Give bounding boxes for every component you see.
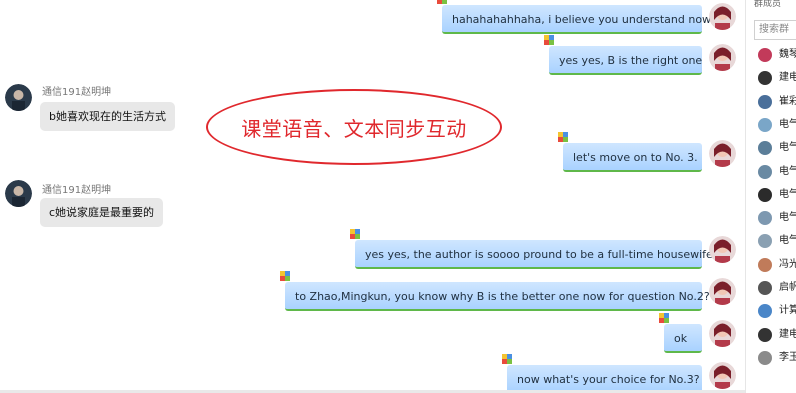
member-avatar [758,304,772,319]
member-item[interactable]: 电气 [754,138,796,158]
member-avatar [758,71,772,86]
member-item[interactable]: 魏琴 [754,45,796,65]
sidebar-title: 群成员 [754,0,782,9]
message-text: to Zhao,Mingkun, you know why B is the b… [295,290,710,303]
message-text: now what's your choice for No.3? [517,373,700,386]
member-avatar [758,327,772,342]
member-avatar [758,211,772,226]
member-name: 电气 [779,165,796,177]
member-name: 魏琴 [779,49,796,60]
member-name: 崔彩 [779,95,796,107]
member-avatar [758,141,772,156]
member-avatar [758,164,772,179]
member-name: 计算 [779,305,796,317]
teacher-avatar[interactable] [709,236,736,263]
member-name: 电气 [779,212,796,224]
student-avatar[interactable] [5,84,32,111]
pencil-icon [543,34,557,48]
chat-panel: hahahahahhaha, i believe you understand … [0,0,745,393]
teacher-avatar[interactable] [709,3,736,30]
member-avatar [758,117,772,132]
member-avatar [758,48,772,62]
member-item[interactable]: 启帆 [754,278,796,298]
member-avatar [758,281,772,295]
member-avatar [758,234,772,249]
message-text: let's move on to No. 3. [573,151,698,164]
pencil-icon [557,131,571,145]
member-avatar [758,94,772,109]
member-name: 电气 [779,235,796,247]
teacher-avatar[interactable] [709,362,736,389]
pencil-icon [501,353,515,367]
message-text: yes yes, B is the right one [559,54,703,67]
outgoing-message: now what's your choice for No.3? [502,354,702,393]
pencil-icon [658,312,672,326]
outgoing-message: to Zhao,Mingkun, you know why B is the b… [280,271,710,311]
member-avatar [758,350,772,365]
member-item[interactable]: 电气 [754,208,796,228]
member-name: 冯光 [779,258,796,270]
member-name: 建电 [779,328,796,340]
member-item[interactable]: 崔彩 [754,92,796,112]
teacher-avatar[interactable] [709,44,736,71]
message-text: ok [674,332,688,345]
outgoing-message: yes yes, B is the right one [544,35,703,75]
member-sidebar: 群成员 搜索群 魏琴建电崔彩电气电气电气电气电气电气冯光启帆计算建电李玉 [745,0,796,393]
member-item[interactable]: 冯光 [754,255,796,275]
member-item[interactable]: 电气 [754,162,796,182]
member-name: 李玉 [779,351,796,363]
member-name: 电气 [779,118,796,130]
annotation-text: 课堂语音、文本同步互动 [241,116,467,141]
member-item[interactable]: 电气 [754,115,796,135]
message-text: c她说家庭是最重要的 [49,206,155,219]
message-text: b她喜欢现在的生活方式 [49,110,166,123]
member-item[interactable]: 计算 [754,301,796,321]
teacher-avatar[interactable] [709,278,736,305]
teacher-avatar[interactable] [709,320,736,347]
message-text: yes yes, the author is soooo pround to b… [365,248,713,261]
member-item[interactable]: 建电 [754,325,796,345]
message-text: hahahahahhaha, i believe you understand … [452,13,712,26]
member-name: 电气 [779,142,796,154]
member-name: 启帆 [779,282,796,293]
pencil-icon [349,228,363,242]
member-item[interactable]: 建电 [754,68,796,88]
member-item[interactable]: 李玉 [754,348,796,368]
incoming-message: c她说家庭是最重要的 [40,198,163,227]
pencil-icon [436,0,450,7]
member-avatar [758,187,772,202]
outgoing-message: hahahahahhaha, i believe you understand … [437,0,711,34]
member-search-input[interactable]: 搜索群 [754,20,796,40]
pencil-icon [279,270,293,284]
outgoing-message: let's move on to No. 3. [558,132,702,172]
member-item[interactable]: 电气 [754,231,796,251]
member-item[interactable]: 电气 [754,185,796,205]
sender-name: 通信191赵明坤 [42,185,112,196]
member-avatar [758,257,772,272]
member-name: 电气 [779,188,796,200]
teacher-avatar[interactable] [709,140,736,167]
member-name: 建电 [779,72,796,84]
outgoing-message: ok [659,313,702,353]
sender-name: 通信191赵明坤 [42,87,112,98]
incoming-message: b她喜欢现在的生活方式 [40,102,175,131]
student-avatar[interactable] [5,180,32,207]
outgoing-message: yes yes, the author is soooo pround to b… [350,229,713,269]
